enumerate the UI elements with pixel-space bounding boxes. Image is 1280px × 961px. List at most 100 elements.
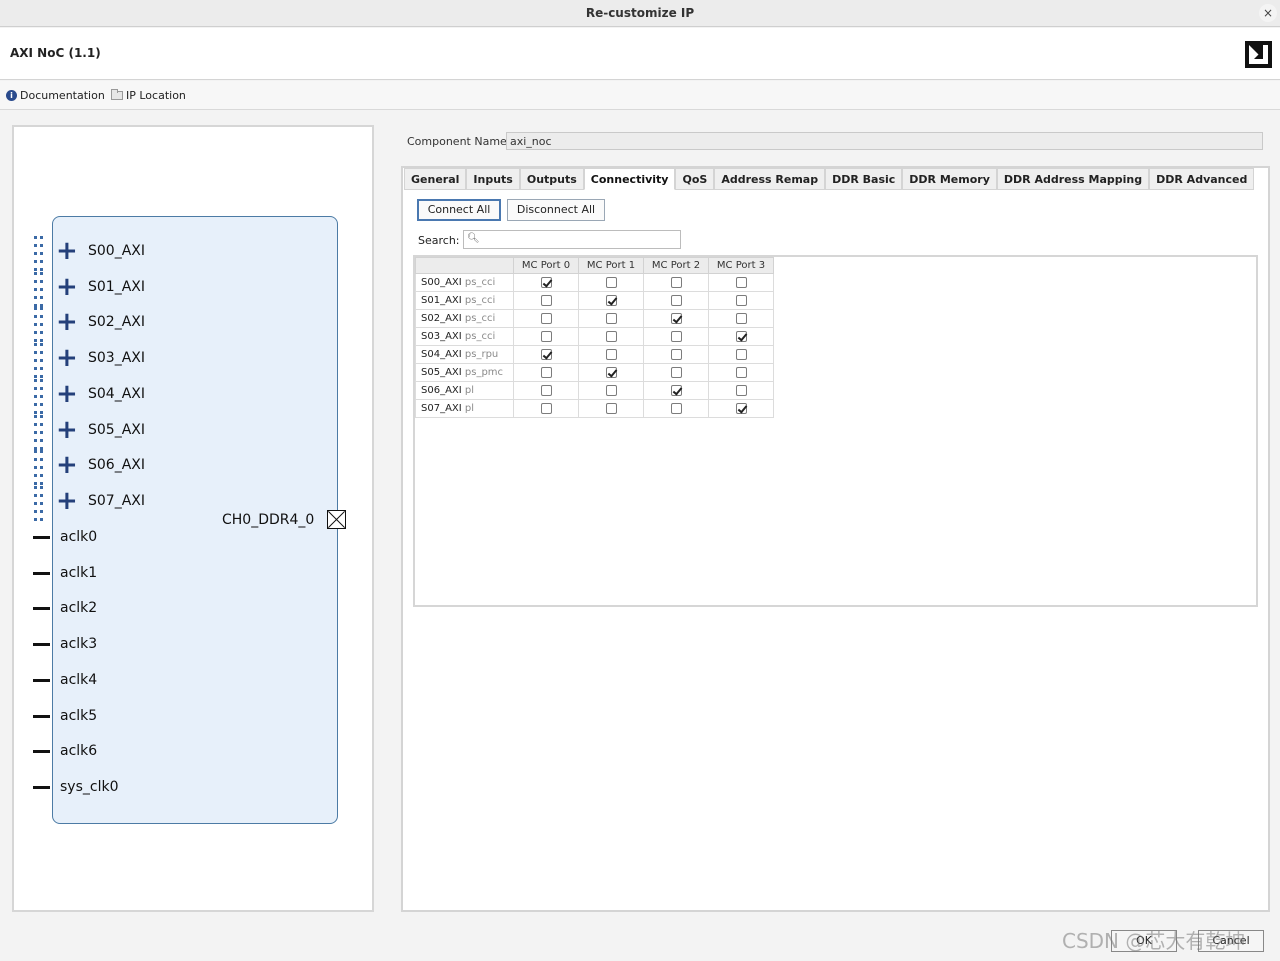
row-port-name: S01_AXI — [421, 295, 465, 306]
connect-all-button[interactable]: Connect All — [417, 199, 501, 221]
ip-symbol-panel: + S00_AXI + S01_AXI + S02_AXI + S03_AXI + S04_AXI… — [12, 125, 374, 912]
connection-checkbox[interactable] — [670, 330, 682, 342]
tab-ddr-basic[interactable]: DDR Basic — [825, 168, 903, 190]
expand-plus-icon[interactable]: + — [56, 452, 78, 478]
bus-port-s02_axi[interactable]: + S02_AXI — [14, 307, 154, 343]
tab-ddr-memory[interactable]: DDR Memory — [902, 168, 997, 190]
connection-checkbox[interactable] — [670, 276, 682, 288]
close-icon[interactable]: × — [1259, 4, 1277, 22]
tab-outputs[interactable]: Outputs — [519, 168, 584, 190]
expand-plus-icon[interactable]: + — [56, 488, 78, 514]
expand-plus-icon[interactable]: + — [56, 381, 78, 407]
tab-ddr-address-mapping[interactable]: DDR Address Mapping — [996, 168, 1150, 190]
grid-cell — [708, 309, 774, 328]
connection-checkbox[interactable] — [605, 294, 617, 306]
grid-column-header: MC Port 3 — [708, 257, 774, 274]
connection-checkbox[interactable] — [735, 294, 747, 306]
component-name-field[interactable]: axi_noc — [506, 132, 1263, 150]
expand-plus-icon[interactable]: + — [56, 274, 78, 300]
connection-checkbox[interactable] — [670, 366, 682, 378]
bus-port-s07_axi[interactable]: + S07_AXI — [14, 485, 154, 521]
expand-plus-icon[interactable]: + — [56, 345, 78, 371]
tab-qos[interactable]: QoS — [675, 168, 715, 190]
grid-cell — [643, 273, 709, 292]
tab-connectivity[interactable]: Connectivity — [583, 168, 676, 190]
connection-checkbox[interactable] — [735, 276, 747, 288]
connection-checkbox[interactable] — [735, 384, 747, 396]
search-input[interactable]: 🔍︎ — [463, 230, 681, 249]
bus-port-s00_axi[interactable]: + S00_AXI — [14, 236, 154, 271]
documentation-link[interactable]: i Documentation — [6, 89, 105, 102]
clock-port-aclk5[interactable]: aclk5 — [14, 706, 154, 726]
grid-cell — [643, 363, 709, 382]
connection-checkbox[interactable] — [605, 348, 617, 360]
bus-port-label: S03_AXI — [88, 350, 145, 367]
clock-port-aclk1[interactable]: aclk1 — [14, 563, 154, 583]
bus-port-label: S01_AXI — [88, 278, 145, 295]
tab-general[interactable]: General — [404, 168, 467, 190]
bus-port-s04_axi[interactable]: + S04_AXI — [14, 378, 154, 414]
grid-cell — [578, 399, 644, 418]
output-port-connector-icon[interactable] — [327, 510, 346, 529]
ip-name: AXI NoC (1.1) — [10, 46, 101, 60]
disconnect-all-button[interactable]: Disconnect All — [507, 199, 605, 221]
grid-cell — [643, 291, 709, 310]
connection-checkbox[interactable] — [540, 330, 552, 342]
clock-port-sys_clk0[interactable]: sys_clk0 — [14, 777, 154, 797]
connection-checkbox[interactable] — [735, 348, 747, 360]
connection-checkbox[interactable] — [605, 384, 617, 396]
clock-port-aclk3[interactable]: aclk3 — [14, 634, 154, 654]
connection-checkbox[interactable] — [670, 384, 682, 396]
connection-checkbox[interactable] — [735, 366, 747, 378]
connection-checkbox[interactable] — [605, 276, 617, 288]
clock-pin-line — [33, 607, 50, 611]
row-port-name: S04_AXI — [421, 349, 465, 360]
ip-location-link[interactable]: IP Location — [111, 89, 186, 102]
tab-inputs[interactable]: Inputs — [466, 168, 520, 190]
bus-port-dots — [34, 271, 48, 308]
connection-checkbox[interactable] — [540, 294, 552, 306]
expand-plus-icon[interactable]: + — [56, 238, 78, 264]
connection-checkbox[interactable] — [540, 384, 552, 396]
expand-plus-icon[interactable]: + — [56, 417, 78, 443]
connection-checkbox[interactable] — [735, 402, 747, 414]
connection-checkbox[interactable] — [540, 312, 552, 324]
clock-pin-line — [33, 678, 50, 682]
connection-checkbox[interactable] — [670, 312, 682, 324]
connection-checkbox[interactable] — [540, 402, 552, 414]
row-label: S06_AXI pl — [415, 381, 514, 400]
table-row: S07_AXI pl — [415, 399, 774, 418]
connection-checkbox[interactable] — [735, 330, 747, 342]
bus-port-s01_axi[interactable]: + S01_AXI — [14, 271, 154, 307]
clock-port-aclk4[interactable]: aclk4 — [14, 670, 154, 690]
connection-checkbox[interactable] — [605, 330, 617, 342]
connection-checkbox[interactable] — [605, 312, 617, 324]
bus-port-label: S04_AXI — [88, 385, 145, 402]
row-port-type: pl — [464, 403, 475, 414]
watermark: CSDN @芯大有乾坤 — [1062, 929, 1246, 953]
connection-checkbox[interactable] — [540, 348, 552, 360]
output-port-label: CH0_DDR4_0 — [222, 512, 315, 528]
clock-port-label: sys_clk0 — [60, 778, 119, 795]
grid-cell — [708, 327, 774, 346]
expand-plus-icon[interactable]: + — [56, 309, 78, 335]
clock-port-aclk6[interactable]: aclk6 — [14, 741, 154, 761]
connection-checkbox[interactable] — [605, 366, 617, 378]
documentation-label: Documentation — [20, 89, 105, 102]
bus-port-s03_axi[interactable]: + S03_AXI — [14, 343, 154, 379]
bus-port-s06_axi[interactable]: + S06_AXI — [14, 450, 154, 486]
bus-port-s05_axi[interactable]: + S05_AXI — [14, 414, 154, 450]
connection-checkbox[interactable] — [605, 402, 617, 414]
grid-cell — [708, 345, 774, 364]
connection-checkbox[interactable] — [670, 402, 682, 414]
clock-port-aclk2[interactable]: aclk2 — [14, 598, 154, 618]
row-label: S03_AXI ps_cci — [415, 327, 514, 346]
connection-checkbox[interactable] — [540, 366, 552, 378]
clock-port-aclk0[interactable]: aclk0 — [14, 527, 154, 547]
tab-ddr-advanced[interactable]: DDR Advanced — [1149, 168, 1255, 190]
connection-checkbox[interactable] — [735, 312, 747, 324]
connection-checkbox[interactable] — [670, 348, 682, 360]
connection-checkbox[interactable] — [540, 276, 552, 288]
tab-address-remap[interactable]: Address Remap — [714, 168, 826, 190]
connection-checkbox[interactable] — [670, 294, 682, 306]
